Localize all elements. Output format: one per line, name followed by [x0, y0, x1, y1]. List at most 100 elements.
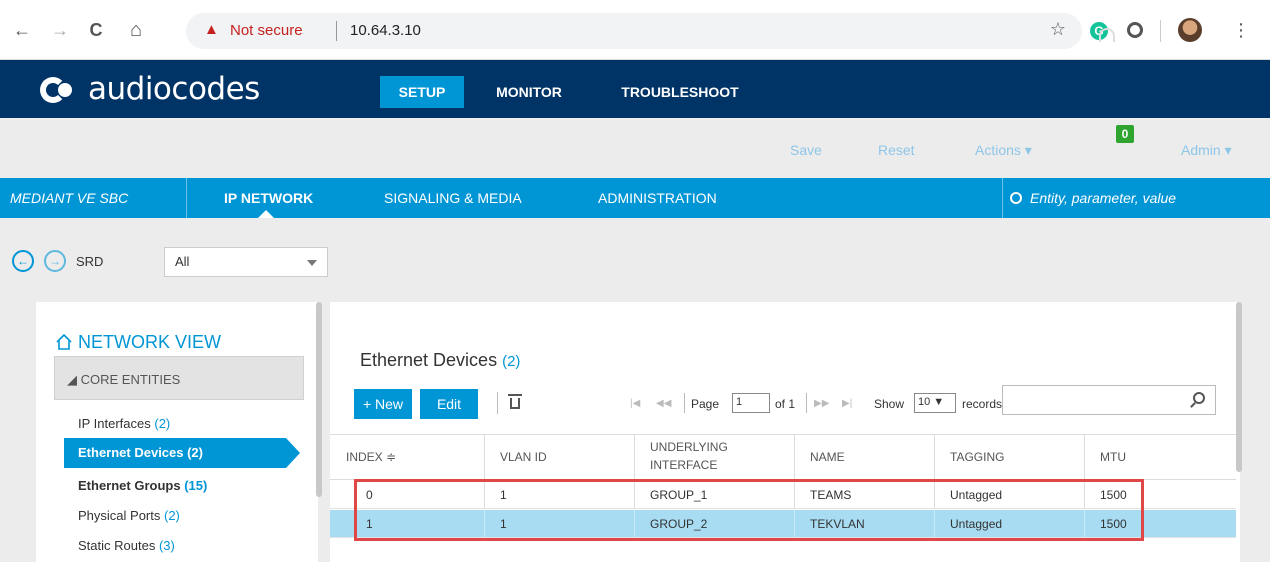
logo-text: audiocodes [88, 71, 260, 107]
pager-divider [684, 393, 685, 413]
nav-divider [1002, 178, 1003, 218]
network-view-label: NETWORK VIEW [78, 332, 221, 352]
extension-circle-icon[interactable] [1127, 22, 1143, 38]
column-header-mtu[interactable]: MTU [1100, 450, 1126, 464]
actions-menu[interactable]: Actions ▾ [975, 142, 1032, 159]
column-header-interface[interactable]: INTERFACE [650, 458, 717, 472]
warning-triangle-icon: ▲ [204, 21, 219, 38]
core-entities-section[interactable]: ◢ CORE ENTITIES [54, 356, 304, 400]
sidebar-item-label: Physical Ports [78, 508, 161, 523]
save-button[interactable]: Save [790, 142, 822, 158]
global-search[interactable]: Entity, parameter, value [1010, 178, 1176, 218]
back-arrow-icon[interactable]: ← [10, 18, 34, 42]
chevron-down-icon [307, 260, 317, 266]
toolbar-divider [497, 392, 498, 414]
reload-icon[interactable]: C [84, 18, 108, 42]
sidebar-item-label: Static Routes [78, 538, 156, 553]
sidebar-scrollbar[interactable] [316, 302, 322, 497]
edit-button[interactable]: Edit [420, 389, 478, 419]
sidebar-item-count: (15) [184, 478, 208, 493]
browser-menu-icon[interactable]: ⋮ [1232, 18, 1250, 42]
srd-label: SRD [76, 254, 104, 269]
page-title-text: Ethernet Devices [360, 350, 498, 370]
srd-value: All [175, 254, 190, 269]
tab-setup[interactable]: SETUP [380, 76, 464, 108]
forward-circle-icon[interactable]: → [44, 250, 66, 272]
reset-button[interactable]: Reset [878, 142, 915, 158]
page-label: Page [691, 397, 720, 411]
network-view-title[interactable]: NETWORK VIEW [56, 332, 221, 353]
sidebar-item-static-routes[interactable]: Static Routes (3) [78, 538, 175, 553]
new-button[interactable]: + New [354, 389, 412, 419]
back-circle-icon[interactable]: ← [12, 250, 34, 272]
home-icon[interactable]: ⌂ [124, 18, 148, 42]
annotation-highlight-box [354, 479, 1144, 541]
toolbar-divider [1160, 20, 1161, 42]
column-header-index[interactable]: INDEX ≑ [346, 450, 396, 464]
column-header-underlying[interactable]: UNDERLYING [650, 440, 728, 454]
nav-signaling-media[interactable]: SIGNALING & MEDIA [384, 178, 522, 218]
action-toolbar: Save Reset Actions ▾ Admin ▾ [0, 118, 1270, 178]
column-divider [634, 434, 635, 480]
core-entities-label: ◢ CORE ENTITIES [67, 372, 181, 387]
page-title: Ethernet Devices (2) [360, 350, 520, 371]
column-divider [484, 434, 485, 480]
column-header-name[interactable]: NAME [810, 450, 845, 464]
notification-badge[interactable]: 0 [1116, 125, 1134, 143]
sidebar-item-label: IP Interfaces [78, 416, 151, 431]
previous-page-icon[interactable]: ◀◀ [656, 398, 671, 409]
sidebar-item-label: Ethernet Devices (2) [78, 445, 203, 460]
sidebar-item-count: (2) [154, 416, 171, 431]
profile-avatar[interactable] [1178, 18, 1202, 42]
search-placeholder: Entity, parameter, value [1030, 190, 1177, 206]
page-count-label: of 1 [775, 397, 796, 411]
last-page-icon[interactable]: ▶| [842, 398, 852, 409]
main-navigation: MEDIANT VE SBC IP NETWORK SIGNALING & ME… [0, 178, 1270, 218]
table-search-input[interactable] [1002, 385, 1216, 415]
nav-divider [186, 178, 187, 218]
sidebar-item-ethernet-devices[interactable]: Ethernet Devices (2) [64, 438, 286, 468]
home-icon [56, 334, 72, 350]
column-header-tagging[interactable]: TAGGING [950, 450, 1004, 464]
rows-per-page-select[interactable]: 10 ▼ [914, 393, 956, 413]
browser-toolbar: ← → C ⌂ ▲ Not secure 10.64.3.10 ☆ G ⋮ [0, 0, 1270, 60]
search-icon[interactable] [1193, 392, 1205, 404]
security-status[interactable]: Not secure [230, 22, 303, 39]
logo-mark-icon [40, 74, 84, 104]
admin-menu[interactable]: Admin ▾ [1181, 142, 1232, 159]
sidebar-item-physical-ports[interactable]: Physical Ports (2) [78, 508, 180, 523]
first-page-icon[interactable]: |◀ [630, 398, 640, 409]
url-text[interactable]: 10.64.3.10 [350, 22, 421, 39]
nav-administration[interactable]: ADMINISTRATION [598, 178, 717, 218]
column-divider [934, 434, 935, 480]
active-nav-caret [258, 210, 274, 218]
search-icon [1010, 192, 1022, 204]
sidebar-item-ip-interfaces[interactable]: IP Interfaces (2) [78, 416, 170, 431]
trash-icon[interactable] [508, 392, 522, 410]
address-bar[interactable]: ▲ Not secure 10.64.3.10 ☆ [186, 13, 1082, 49]
content-scrollbar[interactable] [1236, 302, 1242, 472]
sidebar-item-ethernet-groups[interactable]: Ethernet Groups (15) [78, 478, 207, 493]
omnibox-divider [336, 21, 337, 41]
sidebar-item-count: (2) [164, 508, 180, 523]
page-title-count: (2) [502, 353, 521, 370]
page-number-input[interactable]: 1 [732, 393, 770, 413]
column-divider [794, 434, 795, 480]
column-divider [1084, 434, 1085, 480]
sidebar-item-count: (3) [158, 538, 175, 553]
forward-arrow-icon[interactable]: → [48, 18, 72, 42]
app-header: audiocodes SETUP MONITOR TROUBLESHOOT [0, 60, 1270, 118]
device-name: MEDIANT VE SBC [10, 190, 129, 206]
bookmark-star-icon[interactable]: ☆ [1050, 19, 1066, 40]
show-label: Show [874, 397, 905, 411]
tab-troubleshoot[interactable]: TROUBLESHOOT [610, 76, 750, 108]
audiocodes-logo: audiocodes [40, 71, 260, 107]
bell-icon[interactable] [1096, 18, 1120, 46]
pager-divider [806, 393, 807, 413]
next-page-icon[interactable]: ▶▶ [814, 398, 829, 409]
srd-select[interactable]: All [164, 247, 328, 277]
active-item-pointer [286, 438, 300, 468]
sidebar-item-label: Ethernet Groups [78, 478, 181, 493]
column-header-vlan-id[interactable]: VLAN ID [500, 450, 547, 464]
tab-monitor[interactable]: MONITOR [484, 76, 574, 108]
